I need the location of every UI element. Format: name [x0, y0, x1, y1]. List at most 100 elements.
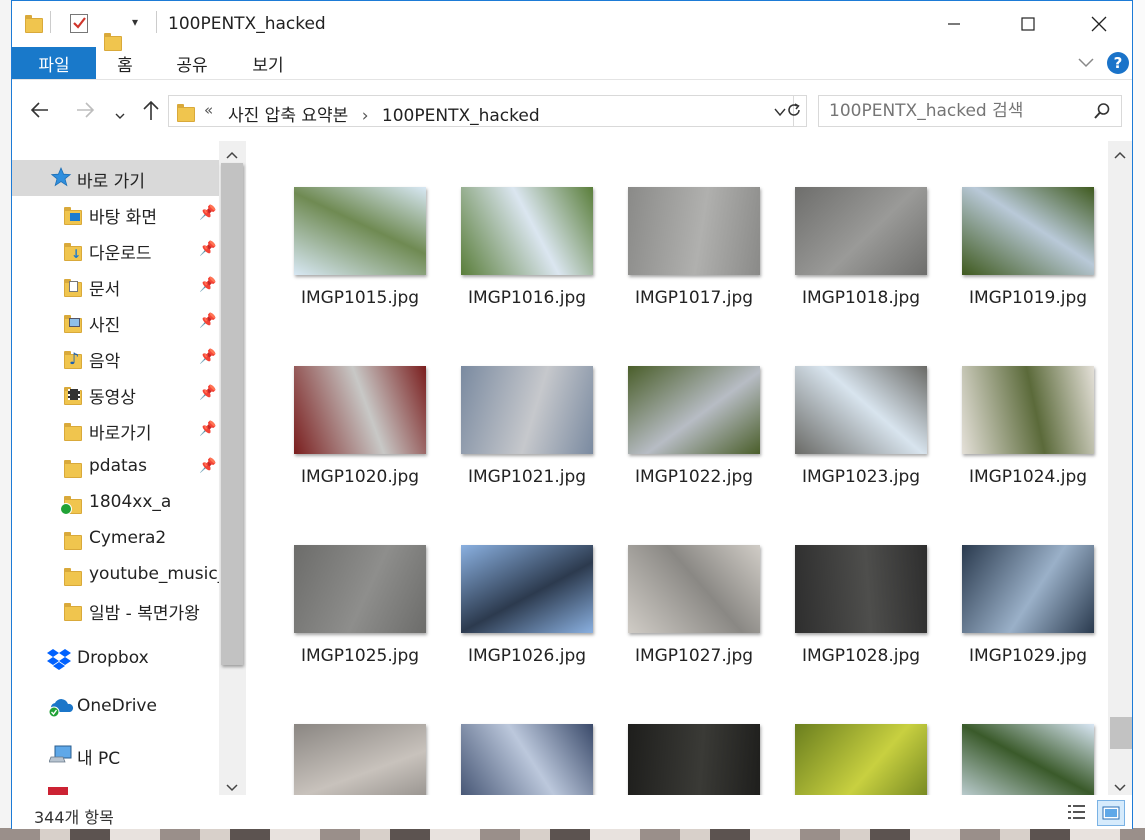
scroll-up-icon[interactable] — [1113, 145, 1127, 164]
large-icons-view-icon[interactable] — [1097, 800, 1125, 826]
computer-icon — [48, 745, 73, 770]
address-bar[interactable]: « 사진 압축 요약본 › 100PENTX_hacked — [168, 95, 807, 127]
image-thumbnail[interactable] — [461, 724, 593, 795]
expand-ribbon-icon[interactable] — [1077, 53, 1095, 75]
image-thumbnail[interactable] — [795, 724, 927, 795]
image-thumbnail[interactable] — [962, 187, 1094, 275]
address-overflow-icon[interactable]: « — [204, 101, 213, 119]
file-name: IMGP1023.jpg — [801, 467, 921, 487]
title-bar: ▾ 100PENTX_hacked — [12, 1, 1132, 51]
scroll-up-icon[interactable] — [225, 145, 239, 164]
tab-view[interactable]: 보기 — [244, 47, 292, 79]
breadcrumb-separator[interactable]: › — [362, 106, 369, 126]
image-thumbnail[interactable] — [294, 724, 426, 795]
up-arrow-icon[interactable] — [141, 99, 161, 126]
minimize-button[interactable] — [931, 1, 977, 47]
nav-item-videos[interactable]: 동영상 📌 — [12, 376, 219, 412]
nav-item-folder[interactable]: 일밤 - 복면가왕 — [12, 592, 219, 628]
nav-item-onedrive[interactable]: OneDrive — [12, 689, 219, 725]
customize-toolbar-icon[interactable]: ▾ — [132, 15, 138, 29]
nav-item-shortcuts[interactable]: 바로가기 📌 — [12, 412, 219, 448]
nav-item-pdatas[interactable]: pdatas 📌 — [12, 449, 219, 485]
nav-item-label: youtube_music_ — [89, 564, 219, 584]
image-thumbnail[interactable] — [795, 545, 927, 633]
music-note-icon: ♪ — [69, 349, 80, 368]
nav-item-dropbox[interactable]: Dropbox — [12, 641, 219, 677]
image-thumbnail[interactable] — [294, 545, 426, 633]
image-thumbnail[interactable] — [962, 366, 1094, 454]
help-icon[interactable]: ? — [1107, 52, 1129, 74]
nav-item-this-pc[interactable]: 내 PC — [12, 737, 219, 773]
close-button[interactable] — [1076, 1, 1122, 47]
scroll-down-icon[interactable] — [225, 778, 239, 795]
image-thumbnail[interactable] — [294, 366, 426, 454]
address-folder-icon — [177, 102, 195, 122]
properties-icon[interactable] — [70, 14, 88, 33]
nav-item-pictures[interactable]: 사진 📌 — [12, 304, 219, 340]
image-thumbnail[interactable] — [962, 724, 1094, 795]
nav-scrollbar[interactable] — [219, 141, 246, 795]
nav-item-music[interactable]: ♪ 음악 📌 — [12, 340, 219, 376]
file-name: IMGP1024.jpg — [968, 467, 1088, 487]
breadcrumb-item[interactable]: 100PENTX_hacked — [382, 106, 540, 126]
tab-file[interactable]: 파일 — [12, 47, 96, 79]
refresh-icon[interactable] — [785, 101, 803, 123]
file-name: IMGP1018.jpg — [801, 288, 921, 308]
image-thumbnail[interactable] — [628, 545, 760, 633]
pin-icon[interactable]: 📌 — [199, 277, 216, 293]
window-title: 100PENTX_hacked — [168, 14, 326, 34]
details-view-icon[interactable] — [1067, 803, 1087, 825]
pin-icon[interactable]: 📌 — [199, 458, 216, 474]
nav-item-folder[interactable]: 1804xx_a — [12, 485, 219, 521]
file-explorer-window: ▾ 100PENTX_hacked 파일 홈 공유 보기 ? « 사진 압축 요… — [11, 0, 1133, 829]
image-thumbnail[interactable] — [461, 545, 593, 633]
file-name: IMGP1029.jpg — [968, 646, 1088, 666]
tab-home[interactable]: 홈 — [106, 47, 144, 79]
download-arrow-icon: ↓ — [71, 247, 82, 261]
nav-item-label: 바탕 화면 — [89, 208, 157, 228]
nav-item-folder[interactable]: youtube_music_ — [12, 557, 219, 593]
background-taskbar-strip — [0, 828, 1145, 840]
scroll-down-icon[interactable] — [1113, 778, 1127, 797]
toolbar-divider — [50, 11, 51, 33]
desktop-badge — [70, 213, 80, 221]
image-thumbnail[interactable] — [628, 724, 760, 795]
content-scrollbar[interactable] — [1108, 141, 1132, 795]
pin-icon[interactable]: 📌 — [199, 313, 216, 329]
tab-share[interactable]: 공유 — [168, 47, 216, 79]
nav-item-desktop[interactable]: 바탕 화면 📌 — [12, 196, 219, 232]
folder-icon — [64, 566, 82, 586]
nav-item-documents[interactable]: 문서 📌 — [12, 268, 219, 304]
nav-item-label: 사진 — [89, 316, 121, 336]
film-badge — [68, 389, 80, 400]
pin-icon[interactable]: 📌 — [199, 241, 216, 257]
recent-locations-icon[interactable] — [114, 103, 126, 127]
maximize-button[interactable] — [1005, 1, 1051, 47]
content-scrollbar-thumb[interactable] — [1110, 717, 1132, 749]
pin-icon[interactable]: 📌 — [199, 421, 216, 437]
nav-scrollbar-thumb[interactable] — [221, 163, 243, 665]
nav-quick-access[interactable]: 바로 가기 — [12, 160, 219, 196]
image-thumbnail[interactable] — [962, 545, 1094, 633]
file-name: IMGP1016.jpg — [467, 288, 587, 308]
search-box[interactable] — [818, 95, 1122, 127]
image-thumbnail[interactable] — [294, 187, 426, 275]
image-thumbnail[interactable] — [628, 366, 760, 454]
pin-icon[interactable]: 📌 — [199, 349, 216, 365]
search-input[interactable] — [829, 100, 1084, 122]
image-thumbnail[interactable] — [461, 187, 593, 275]
back-arrow-icon[interactable] — [30, 100, 50, 125]
image-thumbnail[interactable] — [461, 366, 593, 454]
file-list: IMGP1015.jpg IMGP1016.jpg IMGP1017.jpg IMGP… — [248, 141, 1108, 795]
pin-icon[interactable]: 📌 — [199, 385, 216, 401]
image-thumbnail[interactable] — [795, 366, 927, 454]
forward-arrow-icon[interactable] — [75, 100, 95, 125]
search-icon[interactable] — [1093, 102, 1111, 124]
file-name: IMGP1019.jpg — [968, 288, 1088, 308]
breadcrumb-item[interactable]: 사진 압축 요약본 — [228, 106, 348, 126]
nav-item-folder[interactable]: Cymera2 — [12, 521, 219, 557]
image-thumbnail[interactable] — [628, 187, 760, 275]
image-thumbnail[interactable] — [795, 187, 927, 275]
nav-item-downloads[interactable]: ↓ 다운로드 📌 — [12, 232, 219, 268]
pin-icon[interactable]: 📌 — [199, 205, 216, 221]
